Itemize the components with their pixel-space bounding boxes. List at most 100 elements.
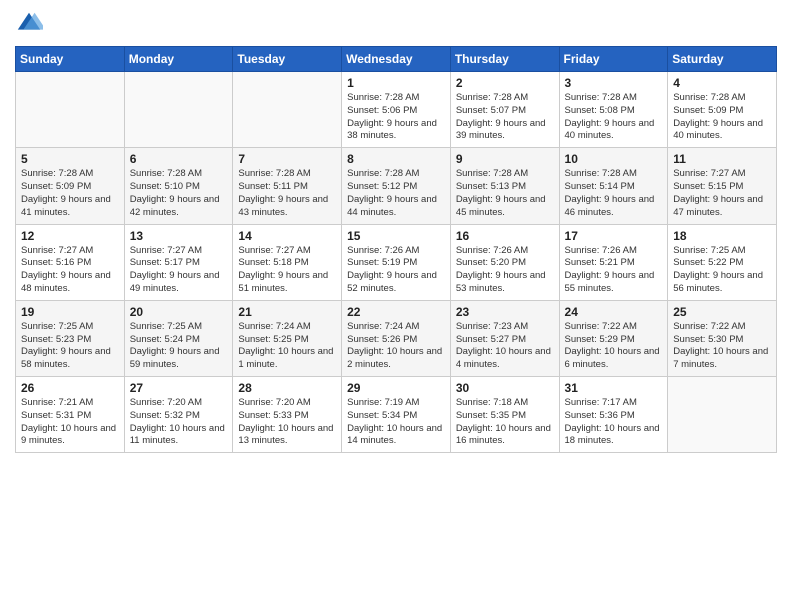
day-cell-25: 25Sunrise: 7:22 AM Sunset: 5:30 PM Dayli… [668,300,777,376]
day-number: 21 [238,305,336,319]
day-cell-21: 21 Sunrise: 7:24 AM Sunset: 5:25 PM Dayli… [233,300,342,376]
logo-icon [15,10,43,38]
col-header-sunday: Sunday [16,47,125,72]
day-info: Sunrise: 7:28 AM Sunset: 5:12 PM Dayligh… [347,168,445,219]
day-cell-19: 19 Sunrise: 7:25 AM Sunset: 5:23 PM Dayli… [16,300,125,376]
day-cell-2: 2Sunrise: 7:28 AM Sunset: 5:07 PM Daylig… [450,72,559,148]
day-number: 5 [21,152,119,166]
day-cell-16: 16 Sunrise: 7:26 AM Sunset: 5:20 PM Dayli… [450,224,559,300]
day-number: 20 [130,305,228,319]
day-number: 27 [130,381,228,395]
day-number: 1 [347,76,445,90]
day-cell-1: 1Sunrise: 7:28 AM Sunset: 5:06 PM Daylig… [342,72,451,148]
day-cell-11: 11 Sunrise: 7:27 AM Sunset: 5:15 PM Dayli… [668,148,777,224]
day-info: Sunrise: 7:18 AM Sunset: 5:35 PM Dayligh… [456,397,554,448]
day-info: Sunrise: 7:28 AM Sunset: 5:10 PM Dayligh… [130,168,228,219]
day-number: 11 [673,152,771,166]
day-number: 4 [673,76,771,90]
day-number: 6 [130,152,228,166]
day-cell-9: 9 Sunrise: 7:28 AM Sunset: 5:13 PM Daylig… [450,148,559,224]
day-info: Sunrise: 7:25 AM Sunset: 5:23 PM Dayligh… [21,321,119,372]
day-info: Sunrise: 7:26 AM Sunset: 5:21 PM Dayligh… [565,245,663,296]
day-cell-26: 26 Sunrise: 7:21 AM Sunset: 5:31 PM Dayli… [16,377,125,453]
day-cell-29: 29Sunrise: 7:19 AM Sunset: 5:34 PM Dayli… [342,377,451,453]
day-cell-22: 22 Sunrise: 7:24 AM Sunset: 5:26 PM Dayli… [342,300,451,376]
page-header [15,10,777,38]
day-cell-6: 6 Sunrise: 7:28 AM Sunset: 5:10 PM Daylig… [124,148,233,224]
day-number: 17 [565,229,663,243]
day-number: 19 [21,305,119,319]
day-number: 16 [456,229,554,243]
day-cell-27: 27Sunrise: 7:20 AM Sunset: 5:32 PM Dayli… [124,377,233,453]
week-row-3: 12 Sunrise: 7:27 AM Sunset: 5:16 PM Dayli… [16,224,777,300]
day-cell-12: 12 Sunrise: 7:27 AM Sunset: 5:16 PM Dayli… [16,224,125,300]
day-info: Sunrise: 7:26 AM Sunset: 5:20 PM Dayligh… [456,245,554,296]
day-info: Sunrise: 7:22 AM Sunset: 5:29 PM Dayligh… [565,321,663,372]
logo [15,10,47,38]
day-number: 9 [456,152,554,166]
day-info: Sunrise: 7:24 AM Sunset: 5:25 PM Dayligh… [238,321,336,372]
week-row-2: 5Sunrise: 7:28 AM Sunset: 5:09 PM Daylig… [16,148,777,224]
day-number: 12 [21,229,119,243]
day-cell-15: 15 Sunrise: 7:26 AM Sunset: 5:19 PM Dayli… [342,224,451,300]
col-header-saturday: Saturday [668,47,777,72]
day-number: 26 [21,381,119,395]
day-info: Sunrise: 7:28 AM Sunset: 5:13 PM Dayligh… [456,168,554,219]
day-number: 22 [347,305,445,319]
day-cell-31: 31Sunrise: 7:17 AM Sunset: 5:36 PM Dayli… [559,377,668,453]
day-cell-5: 5Sunrise: 7:28 AM Sunset: 5:09 PM Daylig… [16,148,125,224]
day-number: 29 [347,381,445,395]
day-number: 10 [565,152,663,166]
day-number: 30 [456,381,554,395]
day-number: 25 [673,305,771,319]
day-info: Sunrise: 7:23 AM Sunset: 5:27 PM Dayligh… [456,321,554,372]
day-number: 18 [673,229,771,243]
week-row-5: 26 Sunrise: 7:21 AM Sunset: 5:31 PM Dayli… [16,377,777,453]
day-cell-14: 14 Sunrise: 7:27 AM Sunset: 5:18 PM Dayli… [233,224,342,300]
day-info: Sunrise: 7:26 AM Sunset: 5:19 PM Dayligh… [347,245,445,296]
day-cell-18: 18 Sunrise: 7:25 AM Sunset: 5:22 PM Dayli… [668,224,777,300]
day-info: Sunrise: 7:21 AM Sunset: 5:31 PM Dayligh… [21,397,119,448]
day-info: Sunrise: 7:25 AM Sunset: 5:22 PM Dayligh… [673,245,771,296]
empty-cell [668,377,777,453]
empty-cell [233,72,342,148]
calendar-table: SundayMondayTuesdayWednesdayThursdayFrid… [15,46,777,453]
day-number: 28 [238,381,336,395]
day-number: 8 [347,152,445,166]
day-info: Sunrise: 7:28 AM Sunset: 5:11 PM Dayligh… [238,168,336,219]
col-header-wednesday: Wednesday [342,47,451,72]
col-header-tuesday: Tuesday [233,47,342,72]
day-info: Sunrise: 7:28 AM Sunset: 5:09 PM Dayligh… [673,92,771,143]
day-cell-4: 4 Sunrise: 7:28 AM Sunset: 5:09 PM Daylig… [668,72,777,148]
day-number: 24 [565,305,663,319]
day-info: Sunrise: 7:28 AM Sunset: 5:14 PM Dayligh… [565,168,663,219]
empty-cell [16,72,125,148]
day-number: 3 [565,76,663,90]
day-info: Sunrise: 7:24 AM Sunset: 5:26 PM Dayligh… [347,321,445,372]
col-header-monday: Monday [124,47,233,72]
day-number: 23 [456,305,554,319]
calendar-header-row: SundayMondayTuesdayWednesdayThursdayFrid… [16,47,777,72]
day-cell-8: 8 Sunrise: 7:28 AM Sunset: 5:12 PM Daylig… [342,148,451,224]
day-number: 13 [130,229,228,243]
day-cell-7: 7Sunrise: 7:28 AM Sunset: 5:11 PM Daylig… [233,148,342,224]
day-number: 31 [565,381,663,395]
day-number: 2 [456,76,554,90]
day-cell-23: 23 Sunrise: 7:23 AM Sunset: 5:27 PM Dayli… [450,300,559,376]
day-cell-24: 24 Sunrise: 7:22 AM Sunset: 5:29 PM Dayli… [559,300,668,376]
day-info: Sunrise: 7:20 AM Sunset: 5:33 PM Dayligh… [238,397,336,448]
day-cell-10: 10 Sunrise: 7:28 AM Sunset: 5:14 PM Dayli… [559,148,668,224]
day-cell-17: 17 Sunrise: 7:26 AM Sunset: 5:21 PM Dayli… [559,224,668,300]
day-number: 14 [238,229,336,243]
empty-cell [124,72,233,148]
day-info: Sunrise: 7:27 AM Sunset: 5:15 PM Dayligh… [673,168,771,219]
day-cell-30: 30 Sunrise: 7:18 AM Sunset: 5:35 PM Dayli… [450,377,559,453]
day-info: Sunrise: 7:27 AM Sunset: 5:16 PM Dayligh… [21,245,119,296]
day-info: Sunrise: 7:27 AM Sunset: 5:17 PM Dayligh… [130,245,228,296]
day-info: Sunrise: 7:27 AM Sunset: 5:18 PM Dayligh… [238,245,336,296]
day-info: Sunrise: 7:28 AM Sunset: 5:08 PM Dayligh… [565,92,663,143]
col-header-thursday: Thursday [450,47,559,72]
day-cell-13: 13 Sunrise: 7:27 AM Sunset: 5:17 PM Dayli… [124,224,233,300]
week-row-4: 19 Sunrise: 7:25 AM Sunset: 5:23 PM Dayli… [16,300,777,376]
day-number: 15 [347,229,445,243]
